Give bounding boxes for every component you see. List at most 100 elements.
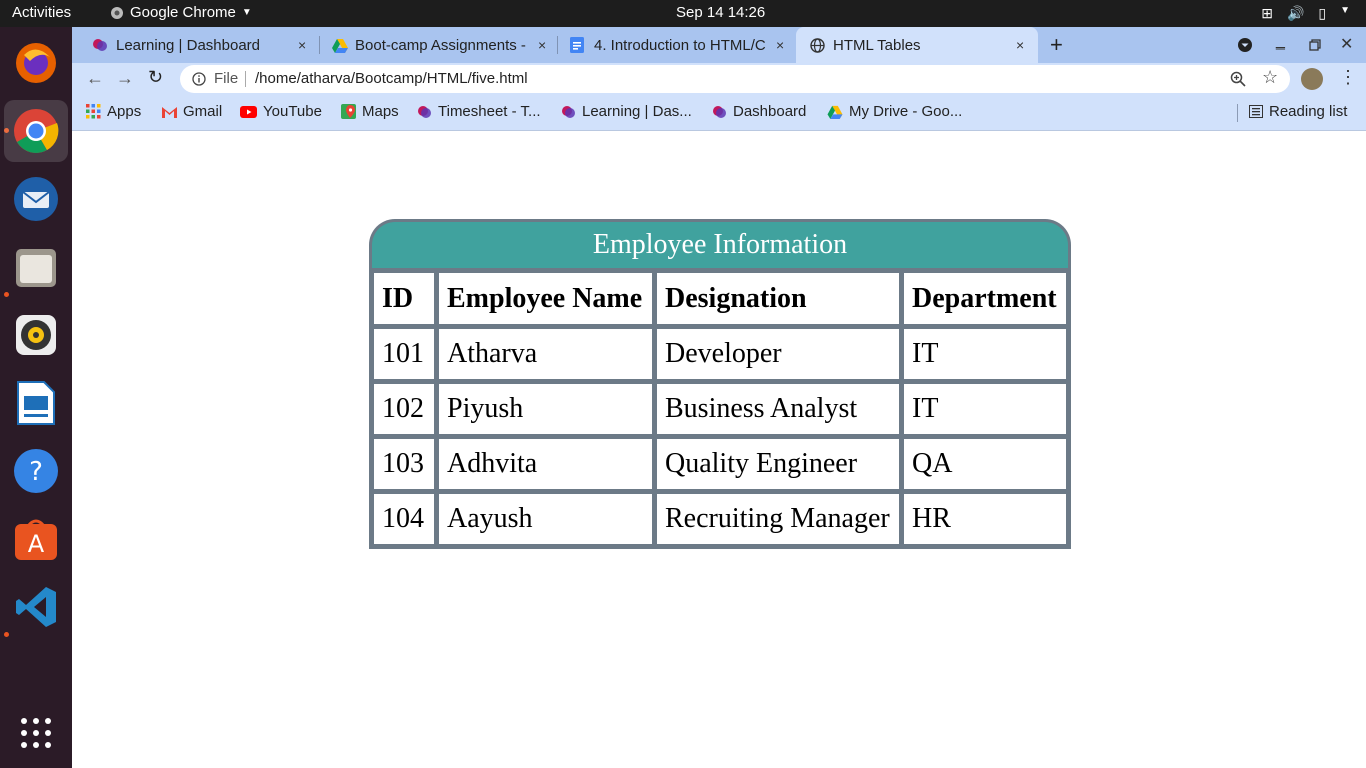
bookmark-label: Dashboard xyxy=(733,103,807,120)
tab-search-icon[interactable] xyxy=(1237,37,1253,53)
browser-toolbar: ← → ↻ File /home/atharva/Bootcamp/HTML/f… xyxy=(72,63,1366,96)
bookmark-learning-dashboard[interactable]: Learning | Das... xyxy=(561,103,692,120)
apps-grid-icon xyxy=(86,104,101,119)
system-tray[interactable]: ⊞ 🔊 ▯ ▼ xyxy=(1261,5,1350,22)
cell-department: IT xyxy=(904,384,1066,434)
chrome-small-icon xyxy=(111,6,123,19)
cell-employee-name: Aayush xyxy=(439,494,652,544)
help-icon[interactable]: ? xyxy=(12,447,60,495)
tab-bootcamp-assignments[interactable]: Boot-camp Assignments - × xyxy=(320,27,556,63)
chrome-icon[interactable] xyxy=(4,100,68,162)
globe-icon xyxy=(810,37,825,53)
cell-id: 102 xyxy=(374,384,434,434)
bookmark-star-icon[interactable]: ☆ xyxy=(1262,67,1278,88)
tab-learning-dashboard[interactable]: Learning | Dashboard × xyxy=(80,27,318,63)
minimize-button[interactable]: ‗ xyxy=(1276,33,1285,51)
tab-intro-html[interactable]: 4. Introduction to HTML/C × xyxy=(558,27,796,63)
table-header-row: ID Employee Name Designation Department xyxy=(374,273,1066,324)
bookmark-label: Maps xyxy=(362,103,399,120)
cell-designation: Business Analyst xyxy=(657,384,899,434)
cell-id: 103 xyxy=(374,439,434,489)
tab-title: Boot-camp Assignments - xyxy=(355,36,526,54)
tab-close-button[interactable]: × xyxy=(1016,37,1024,53)
header-employee-name: Employee Name xyxy=(439,273,652,324)
new-tab-button[interactable]: + xyxy=(1050,32,1063,58)
restore-button[interactable] xyxy=(1309,39,1321,51)
clock[interactable]: Sep 14 14:26 xyxy=(676,4,765,21)
table-row: 104 Aayush Recruiting Manager HR xyxy=(374,494,1066,544)
zoom-icon[interactable] xyxy=(1230,71,1246,87)
reload-button[interactable]: ↻ xyxy=(148,67,163,88)
reading-list-icon xyxy=(1249,105,1263,118)
forward-button[interactable]: → xyxy=(116,68,134,89)
info-icon[interactable] xyxy=(192,72,206,86)
learning-favicon-icon xyxy=(93,39,107,51)
activities-button[interactable]: Activities xyxy=(12,4,71,21)
firefox-icon[interactable] xyxy=(12,39,60,87)
avatar[interactable] xyxy=(1301,68,1323,90)
tab-close-button[interactable]: × xyxy=(538,37,546,53)
bookmark-maps[interactable]: Maps xyxy=(341,103,399,120)
cell-id: 101 xyxy=(374,329,434,379)
cell-employee-name: Atharva xyxy=(439,329,652,379)
bookmark-timesheet[interactable]: Timesheet - T... xyxy=(417,103,541,120)
bookmark-label: Learning | Das... xyxy=(582,103,692,120)
bookmark-gmail[interactable]: Gmail xyxy=(162,103,222,120)
dashboard-favicon-icon xyxy=(713,106,726,118)
tab-close-button[interactable]: × xyxy=(776,37,784,53)
cell-employee-name: Adhvita xyxy=(439,439,652,489)
system-top-bar: Activities Google Chrome ▼ Sep 14 14:26 … xyxy=(0,0,1366,27)
show-applications-icon[interactable] xyxy=(12,709,60,757)
software-center-icon[interactable]: A xyxy=(12,515,60,563)
cell-designation: Developer xyxy=(657,329,899,379)
learning-favicon-icon xyxy=(562,106,575,118)
header-id: ID xyxy=(374,273,434,324)
drive-icon xyxy=(827,105,843,119)
app-menu[interactable]: Google Chrome ▼ xyxy=(110,4,252,21)
back-button[interactable]: ← xyxy=(86,68,104,89)
network-icon: ⊞ xyxy=(1261,5,1273,21)
table-row: 103 Adhvita Quality Engineer QA xyxy=(374,439,1066,489)
rhythmbox-icon[interactable] xyxy=(12,311,60,359)
cell-designation: Quality Engineer xyxy=(657,439,899,489)
reading-list-button[interactable]: Reading list xyxy=(1249,103,1347,120)
timesheet-favicon-icon xyxy=(418,106,431,118)
running-indicator xyxy=(4,632,9,637)
bookmark-label: My Drive - Goo... xyxy=(849,103,963,120)
cell-department: IT xyxy=(904,329,1066,379)
files-icon[interactable] xyxy=(12,243,60,291)
bookmark-my-drive[interactable]: My Drive - Goo... xyxy=(827,103,962,120)
header-designation: Designation xyxy=(657,273,899,324)
bookmark-label: Timesheet - T... xyxy=(438,103,541,120)
bookmark-label: Gmail xyxy=(183,103,223,120)
volume-icon: 🔊 xyxy=(1286,5,1305,21)
cell-department: QA xyxy=(904,439,1066,489)
vscode-icon[interactable] xyxy=(12,583,60,631)
bookmark-apps[interactable]: Apps xyxy=(86,103,141,120)
close-window-button[interactable]: ✕ xyxy=(1340,34,1353,54)
tab-close-button[interactable]: × xyxy=(298,37,306,53)
employee-table: Employee Information ID Employee Name De… xyxy=(369,219,1071,549)
bookmark-dashboard[interactable]: Dashboard xyxy=(712,103,806,120)
thunderbird-icon[interactable] xyxy=(12,175,60,223)
youtube-icon xyxy=(240,105,257,118)
url-text[interactable]: /home/atharva/Bootcamp/HTML/five.html xyxy=(255,70,528,87)
gmail-icon xyxy=(162,106,177,118)
docs-favicon-icon xyxy=(570,37,584,53)
svg-text:?: ? xyxy=(29,457,43,487)
tab-html-tables[interactable]: HTML Tables × xyxy=(796,27,1038,63)
caret-down-icon: ▼ xyxy=(241,7,252,18)
tab-title: Learning | Dashboard xyxy=(116,36,260,54)
bookmarks-bar: Apps Gmail YouTube Maps Timesheet - T...… xyxy=(72,96,1366,131)
kebab-menu-icon[interactable]: ⋮ xyxy=(1339,67,1357,88)
omnibox-divider xyxy=(245,71,246,87)
writer-icon[interactable] xyxy=(12,379,60,427)
bookmark-youtube[interactable]: YouTube xyxy=(240,103,322,120)
tab-strip: Learning | Dashboard × Boot-camp Assignm… xyxy=(72,27,1366,63)
header-department: Department xyxy=(904,273,1066,324)
tab-title: HTML Tables xyxy=(833,36,921,54)
cell-id: 104 xyxy=(374,494,434,544)
cell-employee-name: Piyush xyxy=(439,384,652,434)
drive-favicon-icon xyxy=(332,38,348,53)
address-bar[interactable]: File /home/atharva/Bootcamp/HTML/five.ht… xyxy=(180,65,1290,93)
